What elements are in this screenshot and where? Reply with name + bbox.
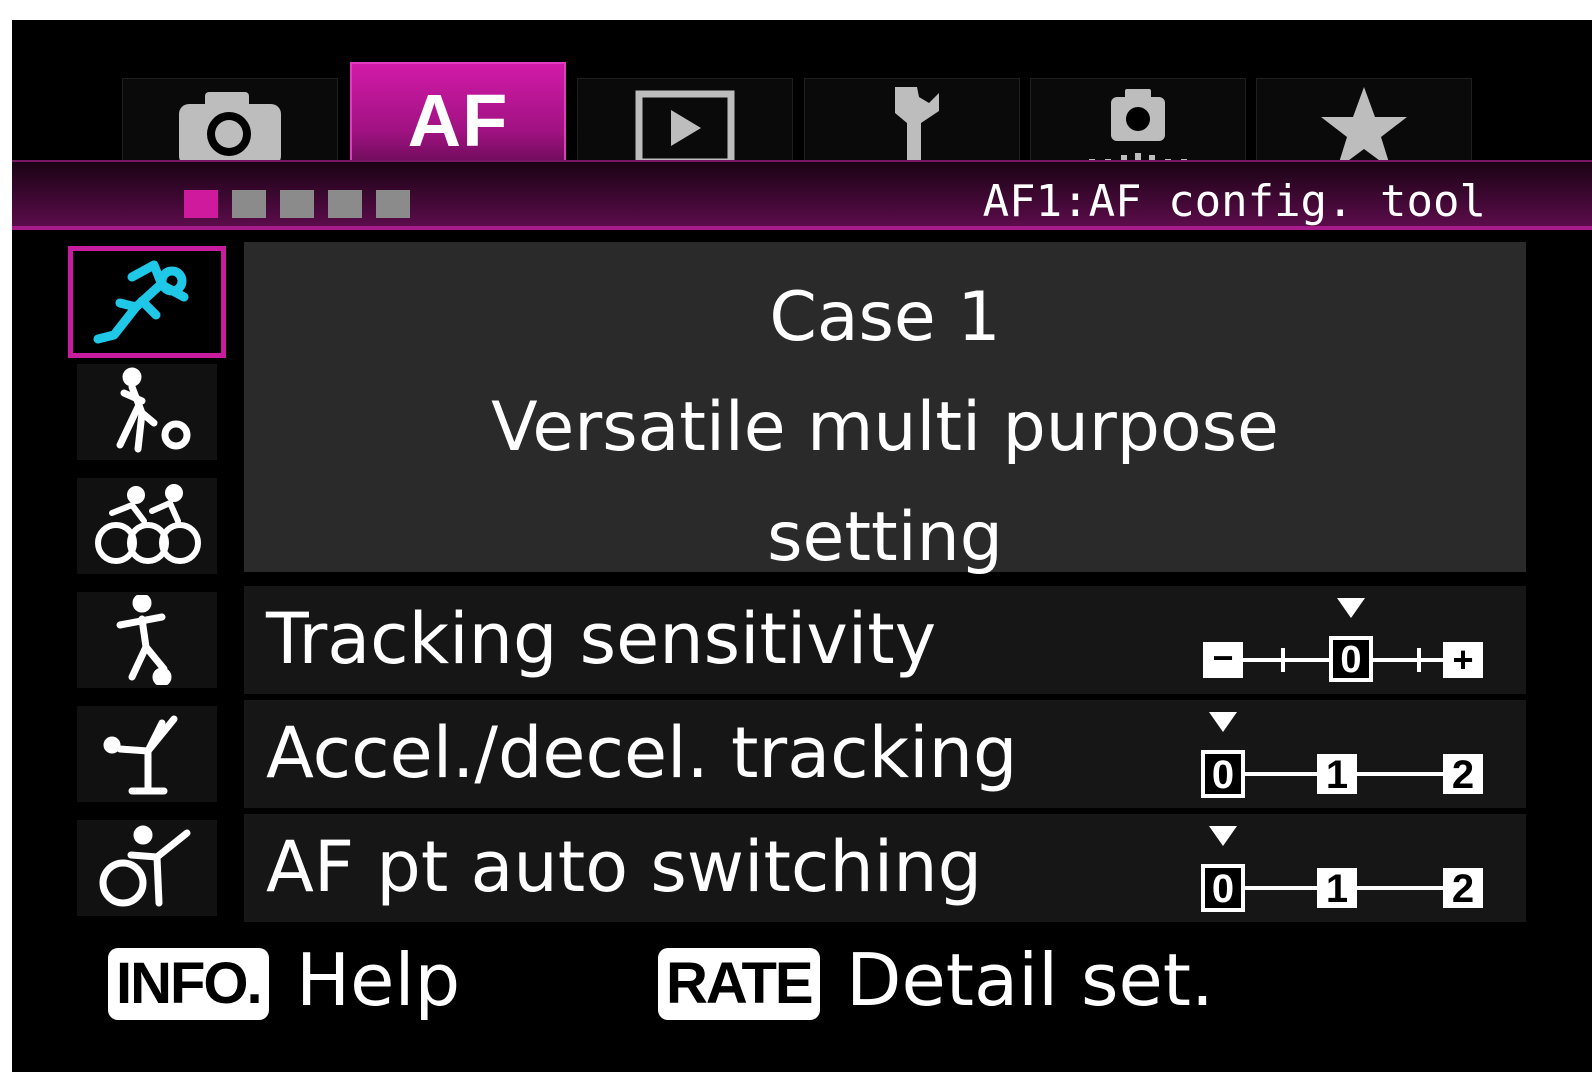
scale-mid-label: 1 (1326, 867, 1348, 911)
case-3-icon (95, 484, 201, 564)
scale-min-label: − (1212, 637, 1233, 678)
case-6-selector[interactable] (77, 820, 217, 916)
tracking-sensitivity-scale: − 0 + (1203, 598, 1483, 682)
wrench-icon (895, 86, 939, 169)
page-indicator (184, 190, 410, 218)
scale-max-label: + (1452, 639, 1473, 680)
menu-footer: INFO. Help RATE Detail set. (108, 930, 1508, 1040)
setting-row-accel-decel-tracking[interactable]: Accel./decel. tracking 0 1 2 (244, 700, 1526, 808)
custom-camera-icon (1089, 88, 1187, 167)
info-help-label: Help (296, 938, 461, 1022)
case-description-panel: Case 1 Versatile multi purpose setting (244, 242, 1526, 577)
page-dot-active (184, 190, 218, 218)
star-icon (1321, 86, 1407, 169)
setting-label: Tracking sensitivity (266, 598, 937, 680)
setting-row-af-pt-auto-switching[interactable]: AF pt auto switching 0 1 2 (244, 814, 1526, 922)
case-1-selector[interactable] (68, 246, 226, 358)
setting-label: Accel./decel. tracking (266, 712, 1018, 794)
scale-min-label: 0 (1212, 753, 1234, 797)
case-4-icon (116, 595, 172, 685)
case-1-icon (93, 260, 189, 344)
case-5-icon (103, 715, 178, 795)
camera-menu-screen: AF AF1:AF config. tool Case 1 Versatile … (12, 20, 1592, 1072)
rate-button-badge[interactable]: RATE (658, 948, 820, 1020)
page-dot (280, 190, 314, 218)
tab-af-label: AF (407, 78, 509, 162)
menu-tabs: AF (122, 58, 1492, 176)
playback-icon (635, 90, 735, 165)
scale-min-label: 0 (1212, 867, 1234, 911)
menu-page-title: AF1:AF config. tool (982, 176, 1486, 227)
case-description-line-1: Versatile multi purpose (491, 388, 1279, 467)
info-button-badge[interactable]: INFO. (108, 948, 269, 1020)
case-description-line-2: setting (767, 498, 1003, 577)
case-name: Case 1 (769, 278, 1001, 357)
tab-af[interactable]: AF (350, 62, 566, 176)
rate-detail-label: Detail set. (846, 938, 1214, 1022)
scale-mid-label: 1 (1326, 753, 1348, 797)
page-dot (232, 190, 266, 218)
setting-row-tracking-sensitivity[interactable]: Tracking sensitivity − 0 + (244, 586, 1526, 694)
case-4-selector[interactable] (77, 592, 217, 688)
setting-label: AF pt auto switching (266, 826, 983, 908)
case-5-selector[interactable] (77, 706, 217, 802)
case-2-icon (116, 367, 191, 453)
case-3-selector[interactable] (77, 478, 217, 574)
accel-decel-scale: 0 1 2 (1201, 712, 1483, 798)
scale-mid-label: 0 (1340, 639, 1361, 681)
case-6-icon (99, 825, 191, 907)
page-dot (376, 190, 410, 218)
af-pt-auto-switching-scale: 0 1 2 (1201, 826, 1483, 912)
camera-icon (179, 91, 281, 166)
case-2-selector[interactable] (77, 364, 217, 460)
scale-max-label: 2 (1452, 867, 1474, 911)
scale-max-label: 2 (1452, 753, 1474, 797)
page-dot (328, 190, 362, 218)
menu-header-bar: AF1:AF config. tool (12, 160, 1592, 230)
